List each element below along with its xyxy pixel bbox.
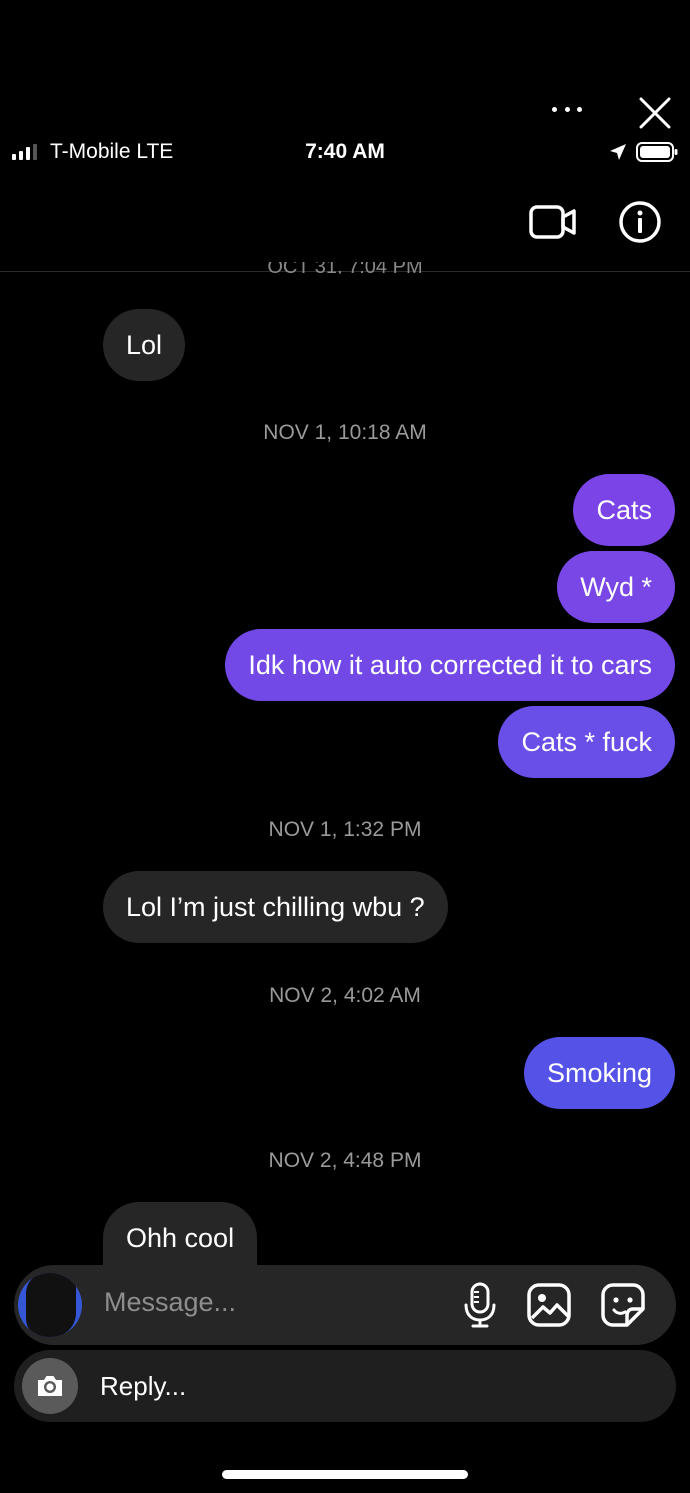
chat-header <box>0 190 690 272</box>
outgoing-message-bubble[interactable]: Cats * fuck <box>498 706 675 778</box>
microphone-icon[interactable] <box>462 1281 498 1329</box>
info-icon[interactable] <box>618 200 662 244</box>
outgoing-message-bubble[interactable]: Wyd * <box>557 551 675 623</box>
timestamp-partial: OCT 31, 7:04 PM <box>267 262 423 274</box>
reply-bar: Reply... <box>14 1350 676 1422</box>
outgoing-message-bubble[interactable]: Cats <box>573 474 675 546</box>
message-composer: Message... <box>14 1265 676 1345</box>
timestamp: NOV 2, 4:02 AM <box>269 984 421 1007</box>
gallery-icon[interactable] <box>526 1282 572 1328</box>
message-input[interactable]: Message... <box>104 1287 236 1318</box>
outgoing-message-bubble[interactable]: Smoking <box>523 1037 675 1109</box>
close-icon[interactable] <box>638 96 672 130</box>
timestamp: NOV 1, 1:32 PM <box>268 818 422 841</box>
timestamp: NOV 1, 10:18 AM <box>263 421 427 444</box>
battery-icon <box>636 142 678 162</box>
outgoing-message-bubble[interactable]: Idk how it auto corrected it to cars <box>225 629 675 701</box>
home-indicator[interactable] <box>222 1470 468 1479</box>
location-arrow-icon <box>610 144 626 160</box>
status-bar: T-Mobile LTE 7:40 AM <box>0 138 690 168</box>
overlay-controls <box>552 90 672 134</box>
camera-icon <box>38 1376 62 1396</box>
incoming-message-bubble[interactable]: Ohh cool <box>103 1202 258 1266</box>
video-call-icon[interactable] <box>528 202 578 242</box>
clock: 7:40 AM <box>305 140 385 163</box>
incoming-message-bubble[interactable]: Lol <box>103 309 186 381</box>
camera-button[interactable] <box>22 1358 78 1414</box>
sticker-icon[interactable] <box>600 1282 646 1328</box>
incoming-message-bubble[interactable]: Lol I’m just chilling wbu ? <box>103 871 448 943</box>
timestamp: NOV 2, 4:48 PM <box>268 1149 422 1172</box>
more-horizontal-icon[interactable] <box>552 104 582 114</box>
avatar <box>18 1273 82 1337</box>
reply-input[interactable]: Reply... <box>100 1371 186 1402</box>
